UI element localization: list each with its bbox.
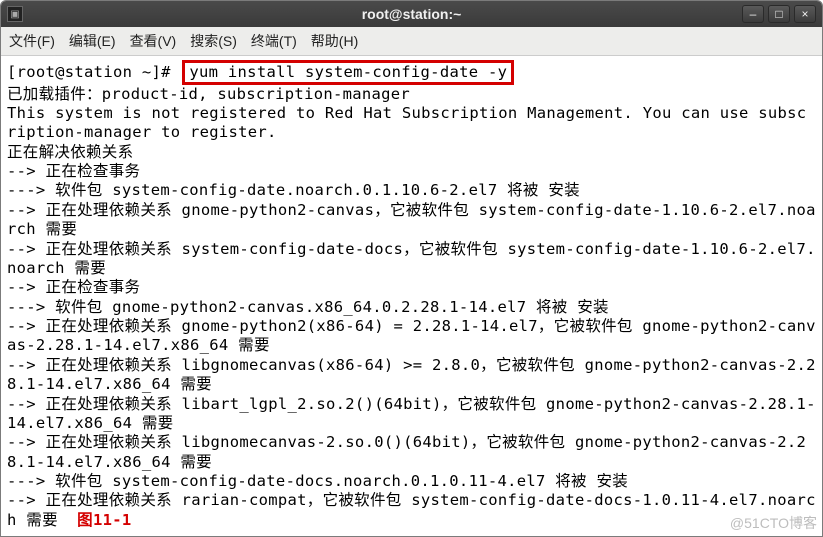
menu-help[interactable]: 帮助(H) — [311, 31, 358, 51]
menu-terminal[interactable]: 终端(T) — [251, 31, 297, 51]
output-line: --> 正在处理依赖关系 libgnomecanvas-2.so.0()(64b… — [7, 433, 806, 470]
menu-search[interactable]: 搜索(S) — [190, 31, 237, 51]
terminal-window: ▣ root@station:~ – □ × 文件(F) 编辑(E) 查看(V)… — [0, 0, 823, 537]
output-line: --> 正在检查事务 — [7, 278, 140, 296]
output-line: This system is not registered to Red Hat… — [7, 104, 806, 141]
figure-label: 图11-1 — [77, 511, 131, 529]
titlebar: ▣ root@station:~ – □ × — [1, 1, 822, 27]
menu-view[interactable]: 查看(V) — [130, 31, 177, 51]
highlighted-command: yum install system-config-date -y — [182, 60, 514, 85]
output-line: ---> 软件包 system-config-date.noarch.0.1.1… — [7, 181, 580, 199]
close-button[interactable]: × — [794, 5, 816, 23]
minimize-button[interactable]: – — [742, 5, 764, 23]
menu-edit[interactable]: 编辑(E) — [69, 31, 116, 51]
output-line: --> 正在处理依赖关系 gnome-python2(x86-64) = 2.2… — [7, 317, 816, 354]
shell-prompt: [root@station ~]# — [7, 63, 171, 81]
terminal-output[interactable]: [root@station ~]# yum install system-con… — [1, 56, 822, 536]
output-line: ---> 软件包 system-config-date-docs.noarch.… — [7, 472, 628, 490]
window-controls: – □ × — [742, 5, 816, 23]
menu-file[interactable]: 文件(F) — [9, 31, 55, 51]
menubar: 文件(F) 编辑(E) 查看(V) 搜索(S) 终端(T) 帮助(H) — [1, 27, 822, 56]
output-line: 已加载插件：product-id, subscription-manager — [7, 85, 410, 103]
maximize-button[interactable]: □ — [768, 5, 790, 23]
output-line: --> 正在检查事务 — [7, 162, 140, 180]
output-line: --> 正在处理依赖关系 libart_lgpl_2.so.2()(64bit)… — [7, 395, 816, 432]
app-icon: ▣ — [7, 6, 23, 22]
output-line: ---> 软件包 gnome-python2-canvas.x86_64.0.2… — [7, 298, 609, 316]
output-line: --> 正在处理依赖关系 system-config-date-docs，它被软… — [7, 240, 816, 277]
watermark: @51CTO博客 — [730, 513, 817, 533]
output-line: --> 正在处理依赖关系 libgnomecanvas(x86-64) >= 2… — [7, 356, 816, 393]
output-line: 正在解决依赖关系 — [7, 143, 133, 161]
output-line: --> 正在处理依赖关系 gnome-python2-canvas，它被软件包 … — [7, 201, 816, 238]
window-title: root@station:~ — [1, 6, 822, 22]
